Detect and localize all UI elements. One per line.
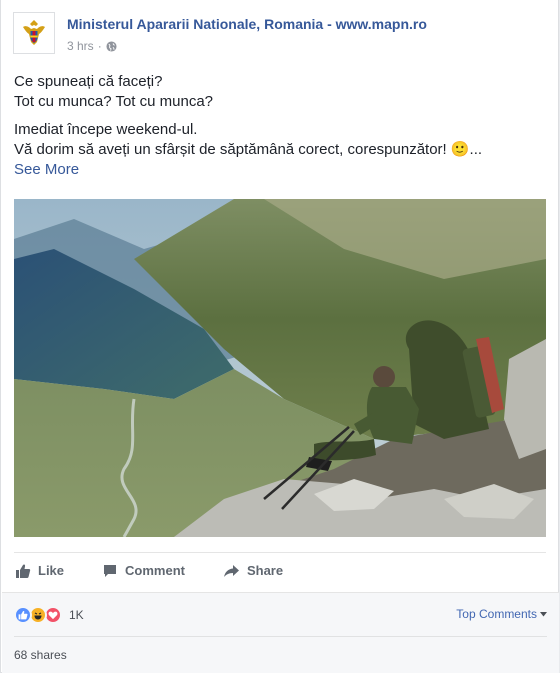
- thumbs-up-icon: [16, 564, 31, 578]
- post-text: Ce spuneați că faceți? Tot cu munca? Tot…: [14, 72, 544, 188]
- like-label: Like: [38, 563, 65, 578]
- post-timestamp[interactable]: 3 hrs: [67, 39, 94, 53]
- see-more-link[interactable]: See More: [14, 161, 79, 178]
- caret-down-icon: [540, 611, 547, 616]
- like-button[interactable]: Like: [15, 563, 64, 579]
- post-line: Tot cu munca? Tot cu munca?: [14, 93, 213, 110]
- reaction-count[interactable]: 1K: [69, 608, 84, 622]
- post-line: Imediat începe weekend-ul.: [14, 121, 198, 138]
- reactions-summary[interactable]: 1K Top Comments: [14, 603, 547, 627]
- post-footer: 1K Top Comments 68 shares: [2, 592, 559, 673]
- page-avatar[interactable]: [13, 12, 55, 54]
- coat-of-arms-icon: [18, 17, 50, 49]
- share-button[interactable]: Share: [223, 563, 283, 579]
- share-arrow-icon: [223, 564, 239, 577]
- comment-button[interactable]: Comment: [102, 563, 185, 579]
- post-line: Ce spuneați că faceți?: [14, 73, 163, 90]
- post-photo[interactable]: [14, 199, 546, 537]
- comment-icon: [104, 564, 117, 577]
- post-line: Vă dorim să aveți un sfârșit de săptămân…: [14, 141, 483, 158]
- shares-count-link[interactable]: 68 shares: [14, 648, 67, 662]
- post-paragraph-1: Ce spuneați că faceți? Tot cu munca? Tot…: [14, 72, 544, 112]
- comment-label: Comment: [125, 563, 185, 578]
- mountain-valley-soldier-image: [14, 199, 546, 537]
- post-meta: 3 hrs ·: [67, 39, 117, 53]
- like-reaction-icon: [14, 606, 32, 624]
- meta-separator: ·: [97, 39, 102, 53]
- post-card: Ministerul Apararii Nationale, Romania -…: [0, 0, 559, 673]
- footer-divider: [14, 636, 547, 637]
- share-label: Share: [246, 563, 284, 578]
- post-paragraph-2: Imediat începe weekend-ul. Vă dorim să a…: [14, 120, 544, 180]
- top-comments-label: Top Comments: [456, 607, 537, 621]
- page-name-link[interactable]: Ministerul Apararii Nationale, Romania -…: [67, 16, 427, 32]
- post-actions: Like Comment Share: [14, 552, 546, 588]
- post-header: Ministerul Apararii Nationale, Romania -…: [13, 10, 548, 60]
- top-comments-dropdown[interactable]: Top Comments: [456, 607, 547, 621]
- globe-icon[interactable]: [106, 40, 117, 52]
